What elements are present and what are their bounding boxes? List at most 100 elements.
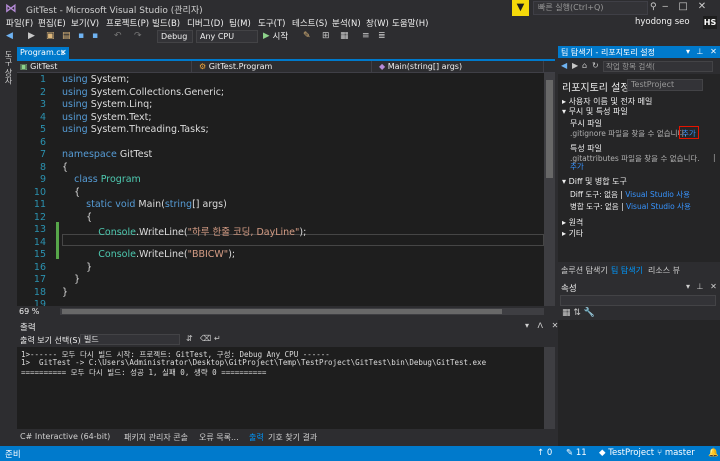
output-header: [17, 320, 555, 333]
menu-view[interactable]: 보기(V): [71, 17, 99, 29]
menu-file[interactable]: 파일(F): [6, 17, 33, 29]
line-number: 14: [33, 236, 46, 248]
alphabetical-icon[interactable]: ⇅: [573, 308, 581, 318]
output-wrap-icon[interactable]: ↵: [214, 334, 221, 343]
nav-member-select[interactable]: ◆ Main(string[] args): [376, 61, 544, 73]
unpushed-commits[interactable]: ↑ 0: [537, 448, 552, 458]
save-icon[interactable]: ▪: [78, 31, 84, 41]
start-button[interactable]: ▶ 시작: [263, 30, 288, 42]
code-token: Program: [100, 174, 141, 185]
uncomment-icon[interactable]: ≣: [378, 31, 386, 41]
refresh-icon[interactable]: ↻: [592, 61, 599, 70]
properties-controls[interactable]: ▾ ⊥ ✕: [686, 282, 719, 291]
menu-team[interactable]: 팀(M): [229, 17, 251, 29]
forward-icon[interactable]: ▶: [572, 61, 578, 70]
solution-config-select[interactable]: Debug: [157, 30, 193, 43]
code-token: using: [62, 99, 88, 110]
repo-project[interactable]: ◆ TestProject: [599, 448, 654, 458]
tab-csharp-interactive[interactable]: C# Interactive (64-bit): [20, 432, 110, 441]
feedback-filter-icon[interactable]: ▼: [512, 0, 529, 16]
redo-icon[interactable]: ↷: [134, 31, 142, 41]
output-clear-icon[interactable]: ⌫: [200, 334, 211, 343]
categorized-icon[interactable]: ▦: [562, 308, 571, 318]
merge-tool-link[interactable]: Visual Studio 사용: [626, 202, 691, 211]
unpushed-count: 0: [546, 448, 553, 458]
properties-object-select[interactable]: [560, 295, 716, 306]
menu-edit[interactable]: 편집(E): [38, 17, 66, 29]
line-number: 16: [33, 261, 46, 273]
window-controls[interactable]: ‒□✕: [662, 1, 716, 12]
output-title: 출력: [20, 323, 36, 333]
new-project-icon[interactable]: ▣: [46, 31, 55, 41]
team-explorer-controls[interactable]: ▾ ⊥ ✕: [686, 47, 719, 56]
code-line: {: [62, 212, 92, 223]
tab-error-list[interactable]: 오류 목록...: [199, 432, 239, 443]
branch-selector[interactable]: ⑂ master: [657, 448, 695, 458]
toolbar-misc2-icon[interactable]: ▦: [340, 31, 349, 41]
code-token: string: [164, 199, 193, 210]
save-all-icon[interactable]: ▪: [92, 31, 98, 41]
section-diff[interactable]: ▾ Diff 및 병합 도구: [562, 176, 627, 187]
close-tab-icon[interactable]: ✕: [60, 47, 67, 59]
search-icon[interactable]: ⚲: [650, 2, 657, 12]
attr-separator: |: [713, 153, 716, 162]
editor-scroll-thumb[interactable]: [546, 80, 553, 178]
tab-solution-explorer[interactable]: 솔루션 탐색기: [561, 265, 608, 276]
nav-class-select[interactable]: ⚙ GitTest.Program: [196, 61, 372, 73]
section-remote[interactable]: ▸ 원격: [562, 217, 583, 228]
toolbox-tab[interactable]: [0, 46, 15, 446]
output-window-controls[interactable]: ▾ ᐱ ✕: [525, 321, 561, 330]
forward-icon[interactable]: ▶: [28, 31, 35, 41]
toolbar-misc-icon[interactable]: ⊞: [322, 31, 330, 41]
section-ignore-label: 무시 및 특성 파일: [568, 107, 628, 116]
editor-hscroll-thumb[interactable]: [62, 309, 502, 314]
back-icon[interactable]: ◀: [6, 31, 13, 41]
window-title: GitTest - Microsoft Visual Studio (관리자): [26, 6, 203, 16]
menu-window[interactable]: 창(W): [366, 17, 389, 29]
pending-changes[interactable]: ✎ 11: [566, 448, 587, 458]
menu-project[interactable]: 프로젝트(P): [106, 17, 149, 29]
add-attr-link[interactable]: 추가: [570, 161, 584, 172]
user-avatar[interactable]: HS: [703, 16, 717, 29]
output-source-select[interactable]: 빌드: [80, 334, 180, 345]
home-icon[interactable]: ⌂: [582, 61, 587, 70]
nav-project-select[interactable]: ▣ GitTest: [17, 61, 192, 73]
code-token: System.Linq;: [87, 99, 153, 110]
tab-package-manager[interactable]: 패키지 관리자 콘솔: [124, 432, 188, 443]
menu-build[interactable]: 빌드(B): [152, 17, 180, 29]
output-find-icon[interactable]: ⇵: [186, 334, 193, 343]
code-token: class: [74, 174, 98, 185]
change-tracking-bar: [56, 222, 59, 259]
comment-icon[interactable]: ≡: [362, 31, 370, 41]
menu-test[interactable]: 테스트(S): [292, 17, 328, 29]
notifications-icon[interactable]: 🔔: [708, 448, 719, 458]
repo-settings-heading: 리포지토리 설정: [562, 83, 630, 94]
visual-studio-logo-icon: ⋈: [5, 1, 17, 15]
tab-output[interactable]: 출력: [249, 432, 264, 443]
menu-debug[interactable]: 디버그(D): [187, 17, 224, 29]
solution-platform-select[interactable]: Any CPU: [196, 30, 258, 43]
tab-find-symbol-results[interactable]: 기호 찾기 결과: [268, 432, 317, 443]
property-pages-icon[interactable]: 🔧: [584, 308, 595, 318]
back-icon[interactable]: ◀: [561, 61, 567, 70]
menu-analyze[interactable]: 분석(N): [332, 17, 361, 29]
section-ignore[interactable]: ▾ 무시 및 특성 파일: [562, 106, 628, 117]
work-item-search-input[interactable]: 작업 항목 검색(: [603, 61, 713, 72]
quick-launch-input[interactable]: 빠른 실행(Ctrl+Q): [533, 1, 648, 15]
tab-team-explorer[interactable]: 팀 탐색기: [611, 265, 643, 276]
menu-help[interactable]: 도움말(H): [392, 17, 428, 29]
code-token: System.Threading.Tasks;: [87, 124, 209, 135]
output-scrollbar[interactable]: [544, 347, 555, 429]
section-other[interactable]: ▸ 기타: [562, 228, 583, 239]
add-ignore-link[interactable]: 추가: [682, 128, 696, 139]
attach-icon[interactable]: ✎: [303, 31, 311, 41]
undo-icon[interactable]: ↶: [114, 31, 122, 41]
start-label: 시작: [272, 32, 289, 42]
open-folder-icon[interactable]: ▤: [62, 31, 71, 41]
tab-resource-view[interactable]: 리소스 뷰: [648, 265, 680, 276]
diff-tool-link[interactable]: Visual Studio 사용: [625, 190, 690, 199]
user-name[interactable]: hyodong seo: [635, 17, 690, 27]
zoom-level-select[interactable]: 69 %: [19, 307, 39, 316]
project-select[interactable]: TestProject: [627, 79, 703, 91]
menu-tools[interactable]: 도구(T): [258, 17, 285, 29]
